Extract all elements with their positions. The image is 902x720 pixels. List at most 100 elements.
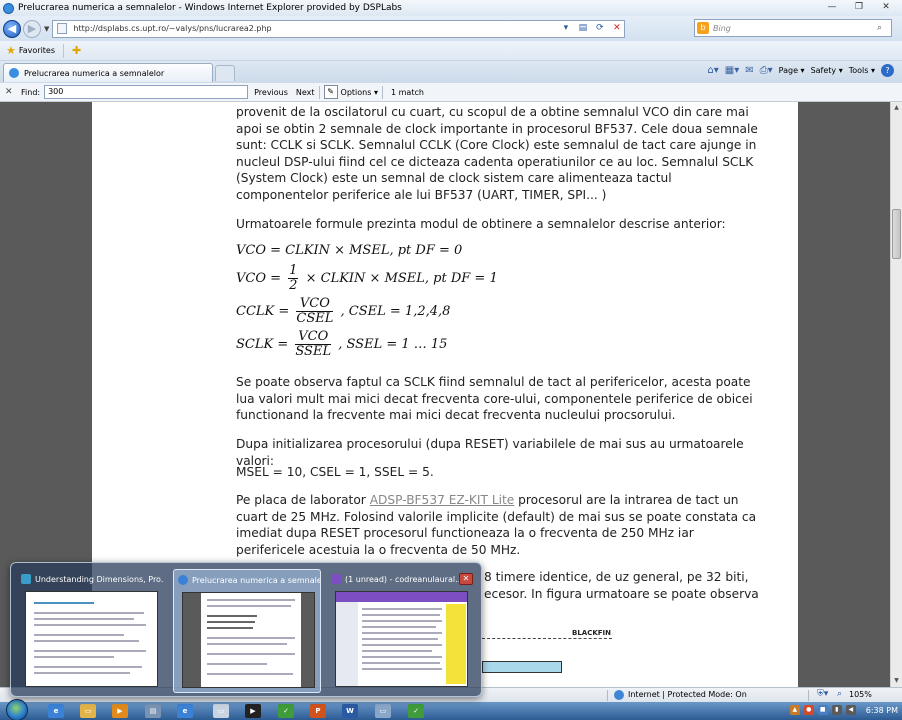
stop-icon[interactable]: ✕: [609, 21, 624, 36]
search-placeholder[interactable]: Bing: [713, 24, 877, 33]
app-taskbar-icon[interactable]: ▭: [213, 704, 229, 718]
diagram-border: [482, 638, 612, 639]
preview-thumbnail: [335, 591, 468, 687]
preview-thumbnail: [25, 591, 158, 687]
find-input[interactable]: 300: [44, 85, 249, 99]
search-icon[interactable]: ⌕: [877, 23, 891, 33]
security-zone[interactable]: Internet | Protected Mode: On: [628, 690, 747, 699]
recent-pages-dropdown[interactable]: ▼: [44, 25, 49, 33]
mail-app-icon: [331, 574, 341, 584]
search-input[interactable]: b Bing ⌕: [694, 19, 892, 37]
close-button[interactable]: ✕: [874, 1, 898, 14]
find-separator: [318, 85, 320, 99]
page-icon: [57, 23, 68, 34]
ezkit-link[interactable]: ADSP-BF537 EZ-KIT Lite: [370, 493, 515, 507]
preview-close-button[interactable]: ✕: [459, 573, 473, 585]
volume-icon[interactable]: ◀: [845, 705, 856, 715]
find-close-icon[interactable]: ✕: [5, 87, 17, 97]
taskbar: e ▭ ▶ ▤ e ▭ ▶ ✓ P W ▭ ✓ ▲ ● ■ ▮ ◀ 6:38 P…: [0, 699, 902, 720]
new-tab-button[interactable]: [215, 65, 235, 81]
ie-logo-icon: [3, 2, 14, 14]
preview-item-3[interactable]: (1 unread) - codreanulaural... ✕: [327, 569, 475, 693]
formula-vco-df1: VCO = 1 2 × CLKIN × MSEL, pt DF = 1: [236, 264, 498, 293]
status-separator: [808, 690, 809, 701]
formula-lhs: CCLK =: [236, 304, 290, 319]
internet-zone-icon: [614, 690, 624, 700]
system-tray: ▲ ● ■ ▮ ◀ 6:38 PM: [789, 705, 898, 715]
app-taskbar-icon[interactable]: ▤: [145, 704, 161, 718]
compatibility-view-icon[interactable]: ▤: [575, 21, 590, 36]
diagram-label: BLACKFIN: [572, 629, 612, 637]
find-options-button[interactable]: Options ▾: [341, 88, 378, 97]
back-button[interactable]: ◀: [3, 19, 21, 38]
preview-title: (1 unread) - codreanulaural...: [331, 574, 473, 584]
page-menu[interactable]: Page ▾: [779, 66, 805, 75]
fraction: VCO SSEL: [295, 330, 332, 359]
paragraph-ezkit: Pe placa de laborator ADSP-BF537 EZ-KIT …: [236, 492, 766, 558]
zoom-level[interactable]: 105%: [849, 690, 872, 699]
media-player-taskbar-icon[interactable]: ▶: [112, 704, 128, 718]
ie-page-icon: [9, 68, 19, 78]
clock[interactable]: 6:38 PM: [866, 706, 898, 715]
help-icon[interactable]: ?: [881, 64, 894, 77]
scroll-thumb[interactable]: [892, 209, 901, 259]
scroll-up-icon[interactable]: ▲: [891, 102, 902, 114]
maximize-button[interactable]: ❐: [847, 1, 871, 14]
diagram-block: [482, 661, 562, 673]
home-icon[interactable]: ⌂▾: [707, 65, 718, 76]
paragraph-formulas-intro: Urmatoarele formule prezinta modul de ob…: [236, 217, 726, 231]
protected-mode-icon[interactable]: ⛨▾: [817, 689, 828, 699]
formula-lhs: SCLK =: [236, 337, 289, 352]
bing-icon: b: [697, 22, 709, 34]
preview-item-2[interactable]: Prelucrarea numerica a semnale...: [173, 569, 321, 693]
tray-icon[interactable]: ■: [817, 705, 828, 715]
tools-menu[interactable]: Tools ▾: [849, 66, 875, 75]
print-icon[interactable]: ⎙▾: [760, 65, 773, 76]
start-button[interactable]: [6, 699, 28, 720]
find-next-button[interactable]: Next: [296, 88, 315, 97]
feeds-icon[interactable]: ▦▾: [725, 65, 739, 76]
refresh-icon[interactable]: ⟳: [592, 21, 607, 36]
network-icon[interactable]: ▮: [831, 705, 842, 715]
url-tools: ▾ ▤ ⟳ ✕: [558, 21, 624, 36]
url-text[interactable]: http://dsplabs.cs.upt.ro/~valys/pns/lucr…: [73, 24, 558, 33]
forward-button[interactable]: ▶: [23, 19, 41, 38]
scroll-down-icon[interactable]: ▼: [891, 675, 902, 687]
player-taskbar-icon[interactable]: ▶: [245, 704, 261, 718]
highlight-icon[interactable]: ✎: [323, 85, 338, 99]
favorites-button[interactable]: Favorites: [19, 46, 55, 55]
url-dropdown-icon[interactable]: ▾: [558, 21, 573, 36]
app-taskbar-icon[interactable]: ✓: [278, 704, 294, 718]
powerpoint-taskbar-icon[interactable]: P: [310, 704, 326, 718]
word-taskbar-icon[interactable]: W: [342, 704, 358, 718]
url-input[interactable]: http://dsplabs.cs.upt.ro/~valys/pns/lucr…: [52, 19, 626, 38]
zoom-icon[interactable]: ⌕: [837, 689, 842, 699]
command-bar: ⌂▾ ▦▾ ✉ ⎙▾ Page ▾ Safety ▾ Tools ▾ ?: [707, 64, 894, 77]
app-icon: [21, 574, 31, 584]
window-controls: — ❐ ✕: [820, 1, 898, 14]
tray-icon[interactable]: ●: [803, 705, 814, 715]
find-previous-button[interactable]: Previous: [254, 88, 288, 97]
favorites-separator: [63, 43, 65, 58]
preview-title-text: (1 unread) - codreanulaural...: [345, 574, 463, 584]
app-taskbar-icon[interactable]: ▭: [375, 704, 391, 718]
ie-taskbar-icon[interactable]: e: [48, 704, 64, 718]
tab-active[interactable]: Prelucrarea numerica a semnalelor: [3, 63, 213, 82]
vertical-scrollbar[interactable]: ▲ ▼: [890, 102, 902, 687]
minimize-button[interactable]: —: [820, 1, 844, 14]
tray-icon[interactable]: ▲: [789, 705, 800, 715]
paragraph-clock-signals: provenit de la oscilatorul cu cuart, cu …: [236, 105, 758, 202]
status-separator: [607, 690, 608, 701]
explorer-taskbar-icon[interactable]: ▭: [80, 704, 96, 718]
app-taskbar-icon[interactable]: ✓: [408, 704, 424, 718]
ie-window-taskbar-icon[interactable]: e: [177, 704, 193, 718]
mail-icon[interactable]: ✉: [745, 65, 753, 76]
add-to-favorites-bar-icon[interactable]: ✚: [72, 44, 81, 57]
safety-menu[interactable]: Safety ▾: [811, 66, 843, 75]
paragraph-sclk-note: Se poate observa faptul ca SCLK fiind se…: [236, 375, 753, 423]
find-separator: [381, 85, 383, 99]
taskbar-preview: Understanding Dimensions, Pro... Prelucr…: [10, 562, 482, 697]
fraction-denominator: SSEL: [295, 344, 332, 359]
preview-item-1[interactable]: Understanding Dimensions, Pro...: [17, 569, 165, 693]
fraction: VCO CSEL: [296, 297, 334, 326]
